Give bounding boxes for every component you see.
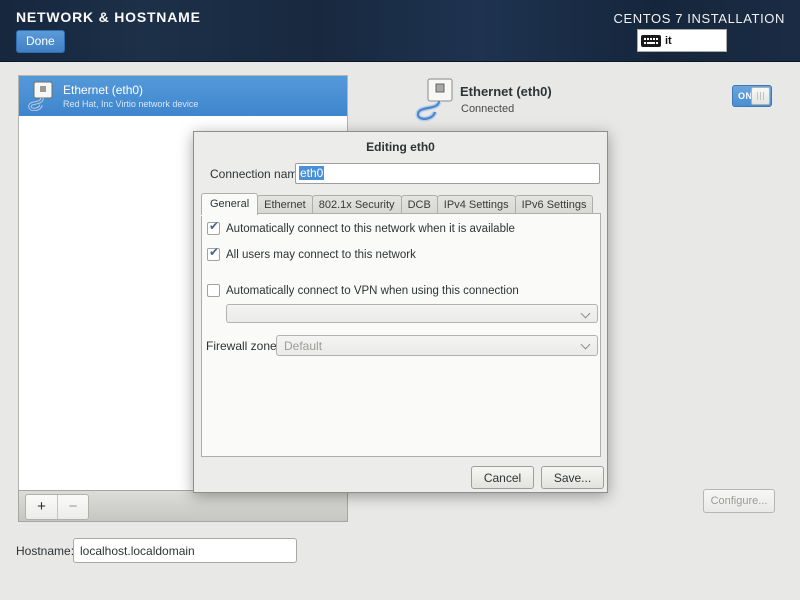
firewall-zone-label: Firewall zone: (206, 339, 280, 353)
toggle-handle[interactable] (751, 87, 770, 105)
page-title: NETWORK & HOSTNAME (16, 9, 201, 25)
product-title: CENTOS 7 INSTALLATION (613, 11, 785, 26)
vpn-auto-connect-label: Automatically connect to VPN when using … (226, 284, 519, 298)
device-description: Red Hat, Inc Virtio network device (63, 99, 198, 109)
tab-general[interactable]: General (201, 193, 258, 215)
checkmark-icon: ✔ (209, 245, 219, 259)
keyboard-layout-indicator[interactable]: it (637, 29, 727, 52)
tab-dcb[interactable]: DCB (401, 195, 438, 215)
configure-button[interactable]: Configure... (703, 489, 775, 513)
hostname-input[interactable] (73, 538, 297, 563)
all-users-checkbox[interactable]: ✔ (207, 248, 220, 261)
selected-device-name: Ethernet (eth0) (460, 84, 552, 99)
vpn-auto-connect-row: Automatically connect to VPN when using … (202, 284, 519, 298)
tab-ethernet[interactable]: Ethernet (257, 195, 313, 215)
auto-connect-checkbox[interactable]: ✔ (207, 222, 220, 235)
chevron-down-icon (581, 309, 591, 319)
chevron-down-icon (581, 340, 591, 350)
firewall-zone-value: Default (284, 339, 322, 353)
add-remove-button-group: + − (25, 494, 89, 520)
device-status: Connected (461, 103, 514, 115)
remove-device-button[interactable]: − (57, 495, 88, 519)
auto-connect-row: ✔ Automatically connect to this network … (202, 222, 515, 236)
auto-connect-label: Automatically connect to this network wh… (226, 222, 515, 236)
tab-ipv4-settings[interactable]: IPv4 Settings (437, 195, 516, 215)
edit-connection-dialog: Editing eth0 Connection name: eth0 Gener… (193, 131, 608, 493)
hostname-label: Hostname: (16, 544, 74, 558)
ethernet-icon (28, 81, 54, 111)
selected-text: eth0 (299, 166, 324, 180)
general-tab-panel: ✔ Automatically connect to this network … (201, 213, 601, 457)
save-button[interactable]: Save... (541, 466, 604, 489)
keyboard-icon (641, 34, 661, 48)
tab-8021x-security[interactable]: 802.1x Security (312, 195, 402, 215)
checkmark-icon: ✔ (209, 219, 219, 233)
connection-name-label: Connection name: (210, 167, 307, 181)
vpn-auto-connect-checkbox[interactable] (207, 284, 220, 297)
keyboard-layout-code: it (665, 35, 672, 47)
dialog-tab-bar: General Ethernet 802.1x Security DCB IPv… (201, 193, 592, 215)
cancel-button[interactable]: Cancel (471, 466, 534, 489)
header-bar: NETWORK & HOSTNAME Done CENTOS 7 INSTALL… (0, 0, 800, 62)
add-device-button[interactable]: + (26, 495, 57, 519)
firewall-zone-select[interactable]: Default (276, 335, 598, 356)
connection-name-input[interactable]: eth0 (295, 163, 600, 184)
done-button[interactable]: Done (16, 30, 65, 53)
vpn-connection-select[interactable] (226, 304, 598, 323)
dialog-title: Editing eth0 (194, 140, 607, 154)
network-hostname-screen: NETWORK & HOSTNAME Done CENTOS 7 INSTALL… (0, 0, 800, 600)
ethernet-icon-large (414, 77, 460, 123)
device-on-off-toggle[interactable]: ON (732, 85, 772, 107)
all-users-label: All users may connect to this network (226, 248, 416, 262)
device-list-toolbar: + − (18, 490, 348, 522)
device-list-item-eth0[interactable]: Ethernet (eth0) Red Hat, Inc Virtio netw… (19, 76, 347, 116)
all-users-row: ✔ All users may connect to this network (202, 248, 416, 262)
device-name: Ethernet (eth0) (63, 83, 198, 97)
tab-ipv6-settings[interactable]: IPv6 Settings (515, 195, 594, 215)
